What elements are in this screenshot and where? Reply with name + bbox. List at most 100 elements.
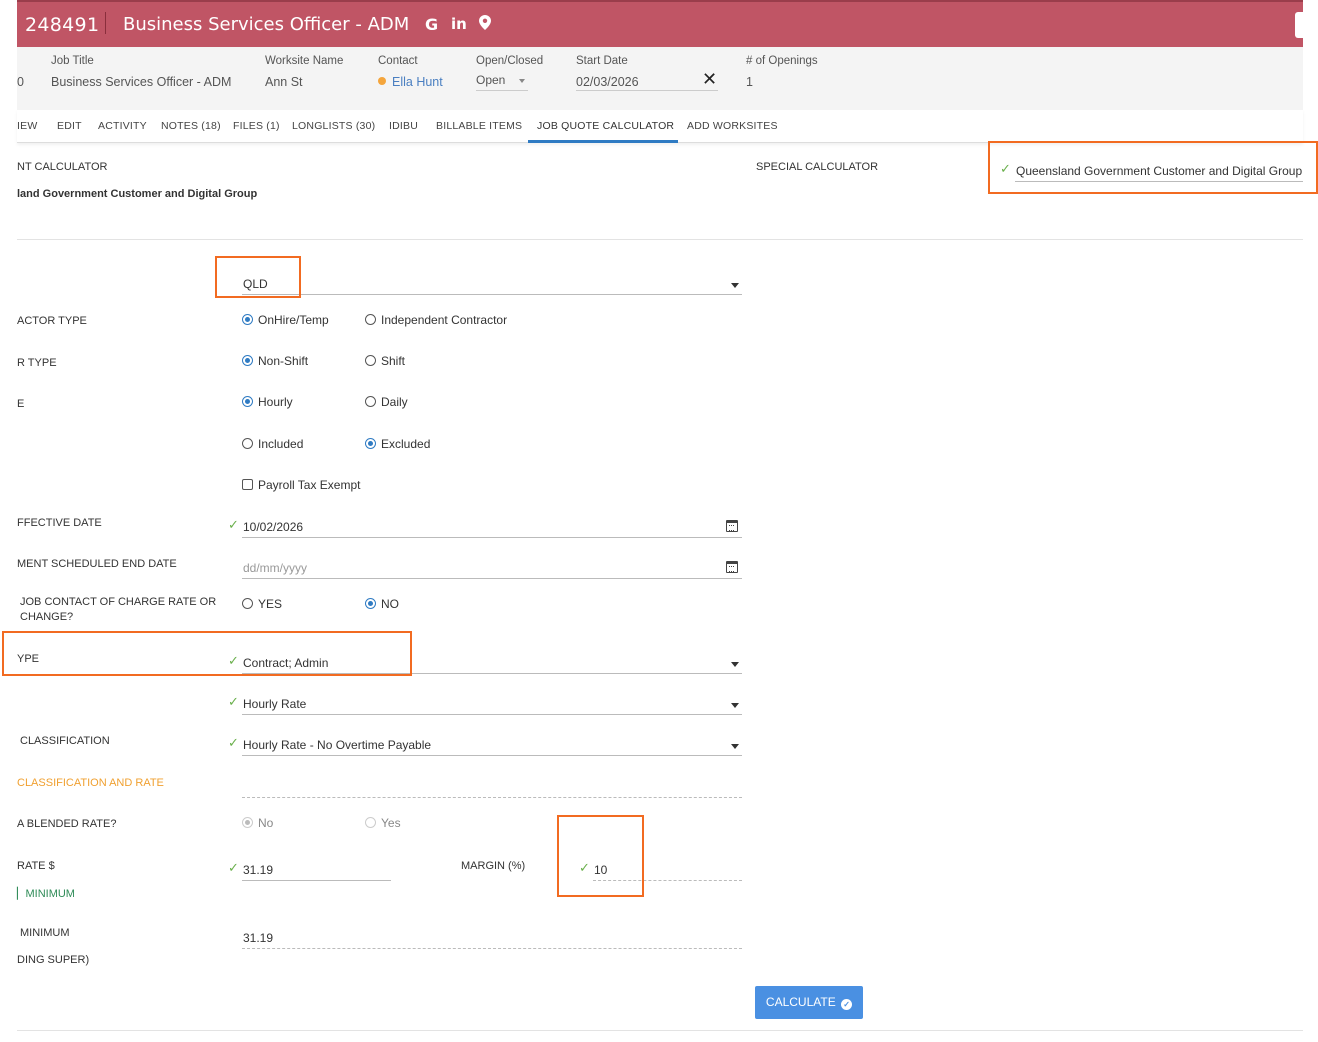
radio-excluded[interactable] [365,438,376,449]
radio-shift-label: Shift [381,354,406,368]
job-title-value: Business Services Officer - ADM [51,75,232,89]
margin-label: MARGIN (%) [461,860,526,872]
blended-rate-label: A BLENDED RATE? [17,818,117,830]
calendar-icon[interactable] [726,561,738,573]
check-circle-icon: ✓ [841,999,853,1010]
radio-blended-no[interactable] [242,817,253,828]
radio-notify-no-label: NO [381,597,399,611]
check-icon: ✓ [228,861,239,876]
radio-shift[interactable] [365,355,376,366]
pay-rate-value: 31.19 [243,863,274,877]
classification-select[interactable]: Hourly Rate - No Overtime Payable [242,731,742,756]
tab-longlists[interactable]: LONGLISTS (30) [292,120,375,132]
classification-value: Hourly Rate - No Overtime Payable [243,738,432,752]
radio-blended-yes-label: Yes [381,816,401,830]
radio-independent-contractor-label: Independent Contractor [381,313,508,327]
minimum-value: 31.19 [243,931,274,945]
check-icon: ✓ [228,736,239,751]
pay-rate-input[interactable]: 31.19 [242,856,391,881]
tab-job-quote-calculator[interactable]: JOB QUOTE CALCULATOR [537,120,674,132]
payroll-tax-exempt-checkbox[interactable] [242,479,253,490]
active-tab-indicator [528,140,678,143]
tab-activity[interactable]: ACTIVITY [98,120,147,132]
radio-included[interactable] [242,438,253,449]
classification-label: CLASSIFICATION [20,735,110,747]
highlight-box [2,631,412,676]
tab-files[interactable]: FILES (1) [233,120,280,132]
radio-daily[interactable] [365,396,376,407]
contractor-type-label: ACTOR TYPE [17,315,87,327]
minimum-label-line-2: DING SUPER) [17,954,90,966]
radio-blended-yes[interactable] [365,817,376,828]
chevron-down-icon [731,283,739,288]
job-id: 248491 [25,14,100,36]
radio-onhire[interactable] [242,314,253,325]
worker-type-label: R TYPE [17,357,57,369]
tab-edit[interactable]: EDIT [57,120,82,132]
calculate-button-label: CALCULATE [765,995,836,1009]
end-date-label: MENT SCHEDULED END DATE [17,558,177,570]
tab-idibu[interactable]: IDIBU [389,120,418,132]
header-divider [105,12,106,34]
state-select[interactable]: QLD [242,270,742,295]
contact-link[interactable]: Ella Hunt [392,75,443,89]
effective-date-input[interactable]: 10/02/2026 [242,513,742,538]
check-icon: ✓ [228,695,239,710]
radio-non-shift[interactable] [242,355,253,366]
tab-overview[interactable]: IEW [17,120,37,132]
radio-included-label: Included [258,437,304,451]
special-calculator-label: SPECIAL CALCULATOR [756,161,879,173]
open-closed-select[interactable]: Open [476,71,528,91]
classification-rate-link[interactable]: CLASSIFICATION AND RATE [17,777,164,789]
open-closed-label: Open/Closed [476,55,544,67]
map-pin-icon[interactable] [479,15,491,34]
client-calculator-value: land Government Customer and Digital Gro… [17,188,258,200]
header-action-button[interactable] [1295,12,1303,38]
radio-notify-yes[interactable] [242,598,253,609]
rate-type-select[interactable]: Hourly Rate [242,690,742,715]
open-closed-value: Open [476,73,506,87]
minimum-label: MINIMUM [20,927,70,939]
rate-label: E [17,398,25,410]
minimum-link[interactable]: ▏MINIMUM [17,887,75,900]
tab-billable-items[interactable]: BILLABLE ITEMS [436,120,522,132]
job-title-heading: Business Services Officer - ADM [123,14,410,35]
radio-daily-label: Daily [381,395,408,409]
end-date-placeholder: dd/mm/yyyy [243,561,308,575]
google-icon[interactable]: G [425,15,438,34]
radio-non-shift-label: Non-Shift [258,354,309,368]
highlight-box [988,141,1318,194]
job-header: 248491 Business Services Officer - ADM G… [17,0,1303,47]
openings-label: # of Openings [746,55,818,67]
contact-value[interactable]: Ella Hunt [378,75,443,89]
radio-notify-no[interactable] [365,598,376,609]
tab-add-worksites[interactable]: ADD WORKSITES [687,120,778,132]
payroll-tax-exempt-label: Payroll Tax Exempt [258,478,361,492]
calendar-icon[interactable] [726,520,738,532]
notify-label: JOB CONTACT OF CHARGE RATE OR [20,596,217,608]
pay-rate-label: RATE $ [17,860,55,872]
contact-status-dot [378,77,386,85]
openings-value: 1 [746,75,753,89]
chevron-down-icon [731,662,739,667]
calculate-button[interactable]: CALCULATE ✓ [755,986,863,1019]
contact-label: Contact [378,55,418,67]
radio-hourly[interactable] [242,396,253,407]
minimum-field: 31.19 [242,924,742,949]
linkedin-icon[interactable]: in [451,15,467,33]
radio-notify-yes-label: YES [258,597,283,611]
radio-hourly-label: Hourly [258,395,293,409]
classification-rate-field [242,773,742,798]
clear-date-icon[interactable]: ✕ [702,69,717,90]
radio-blended-no-label: No [258,816,274,830]
radio-independent-contractor[interactable] [365,314,376,325]
worksite-value: Ann St [265,75,303,89]
start-date-value: 02/03/2026 [576,75,639,89]
end-date-input[interactable]: dd/mm/yyyy [242,554,742,579]
highlight-box [215,256,301,298]
rate-type-value: Hourly Rate [243,697,307,711]
radio-excluded-label: Excluded [381,437,431,451]
start-date-input[interactable]: 02/03/2026 [576,71,718,91]
job-title-label: Job Title [51,55,94,67]
tab-notes[interactable]: NOTES (18) [161,120,221,132]
